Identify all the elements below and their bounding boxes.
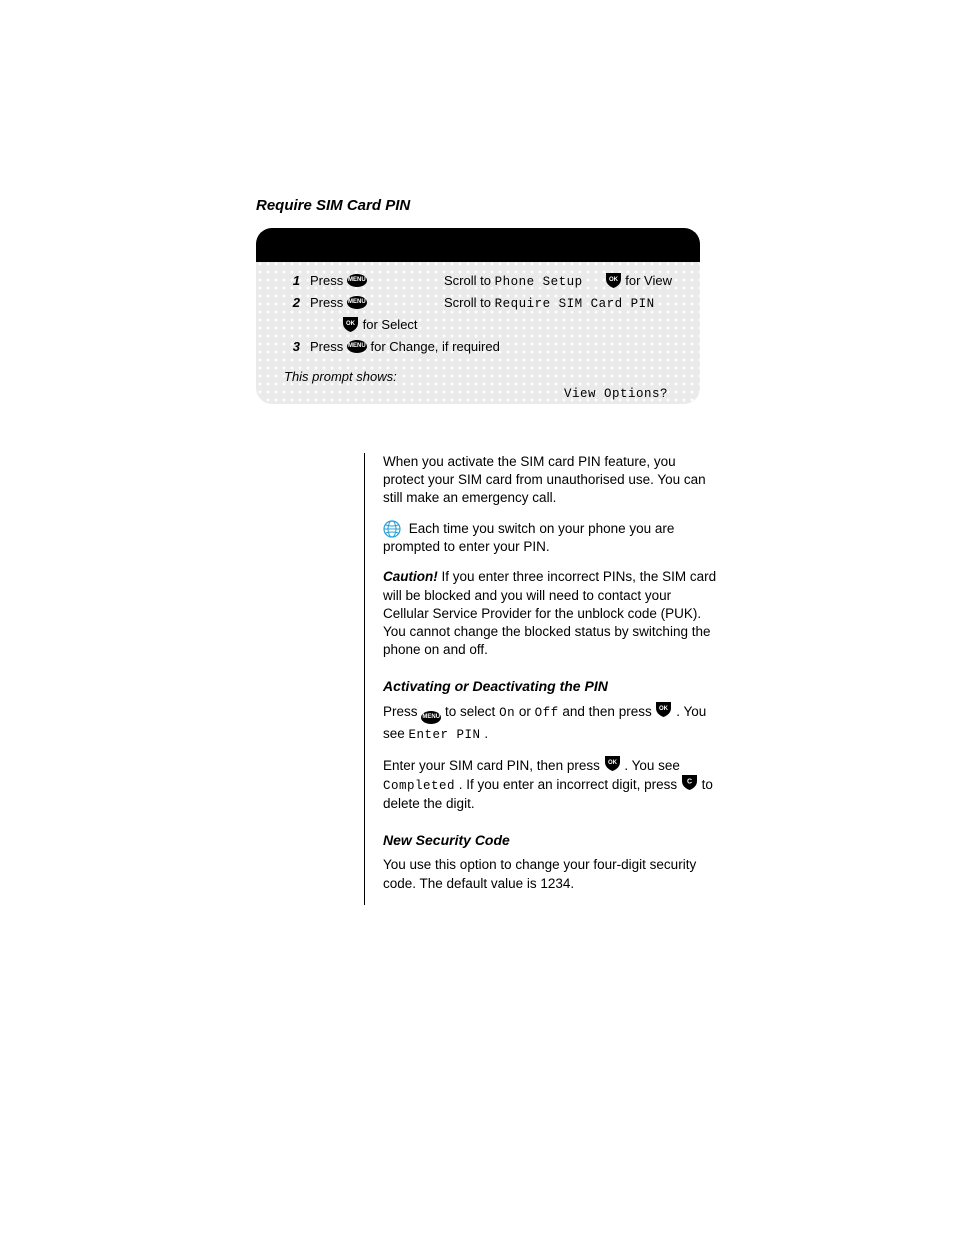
menu-icon: MENU xyxy=(347,274,367,287)
shortcut-box-titlebar xyxy=(256,228,700,262)
newcode-paragraph: You use this option to change your four-… xyxy=(383,856,718,892)
step-number: 3 xyxy=(284,338,300,356)
svg-text:OK: OK xyxy=(346,321,356,327)
ok-icon: OK xyxy=(342,316,359,333)
subheading-newcode: New Security Code xyxy=(383,831,718,850)
menu-icon: MENU xyxy=(347,296,367,309)
globe-note: Each time you switch on your phone you a… xyxy=(383,520,718,557)
svg-text:OK: OK xyxy=(608,760,618,766)
ok-icon: OK xyxy=(655,701,672,718)
ok-icon: OK xyxy=(604,755,621,772)
step-result: Scroll to Require SIM Card PIN xyxy=(444,294,655,313)
step-tail: OK for View xyxy=(605,272,672,290)
prompt-label: This prompt shows: xyxy=(284,368,672,386)
globe-icon xyxy=(383,520,401,538)
step-action: Press MENU xyxy=(310,272,367,290)
step-action-ok: OK for Select xyxy=(342,316,418,334)
subheading-activate: Activating or Deactivating the PIN xyxy=(383,677,718,696)
section-title: Require SIM Card PIN xyxy=(256,196,696,216)
activate-step-2: Enter your SIM card PIN, then press OK .… xyxy=(383,756,718,813)
menu-icon: MENU xyxy=(347,340,367,353)
clear-icon: C xyxy=(681,774,698,791)
step-result: Scroll to Phone Setup xyxy=(444,272,583,291)
body-column: When you activate the SIM card PIN featu… xyxy=(364,453,718,905)
ok-icon: OK xyxy=(605,272,622,289)
caution-paragraph: Caution! If you enter three incorrect PI… xyxy=(383,568,718,659)
step-number: 1 xyxy=(284,272,300,290)
activate-step-1: Press MENU to select On or Off and then … xyxy=(383,702,718,744)
svg-text:OK: OK xyxy=(609,277,619,283)
menu-icon: MENU xyxy=(421,711,441,724)
step-action: Press MENU for Change, if required xyxy=(310,338,500,356)
intro-paragraph: When you activate the SIM card PIN featu… xyxy=(383,453,718,508)
prompt-text: View Options? xyxy=(284,386,672,403)
svg-text:OK: OK xyxy=(659,706,669,712)
step-action: Press MENU xyxy=(310,294,367,312)
shortcut-box: 1 Press MENU Scroll to Phone Setup OK fo… xyxy=(256,228,700,404)
step-number: 2 xyxy=(284,294,300,312)
svg-text:C: C xyxy=(687,779,692,786)
